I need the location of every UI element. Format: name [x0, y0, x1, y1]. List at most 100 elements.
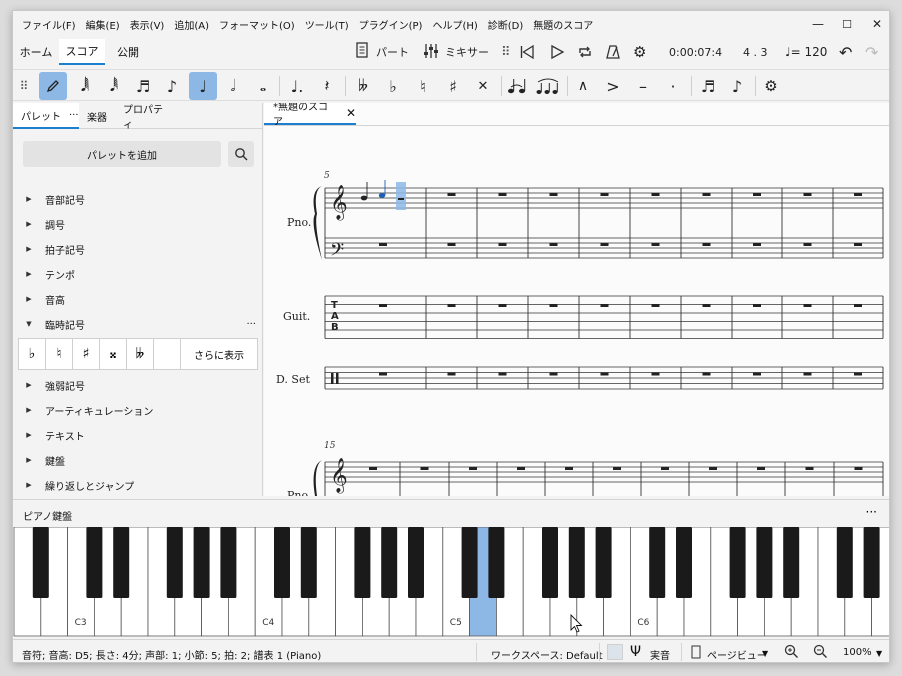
palette-item[interactable]: ▶ テンポ: [13, 264, 258, 284]
natural-icon[interactable]: ♮: [409, 72, 437, 100]
piano-black-key[interactable]: [676, 527, 692, 598]
toolbar-drag-handle-icon[interactable]: ⠿: [15, 72, 33, 100]
palette-item[interactable]: ▶ テキスト: [13, 425, 258, 445]
piano-black-key[interactable]: [32, 527, 49, 598]
close-button[interactable]: ✕: [862, 11, 889, 37]
eighth-note-icon[interactable]: ♪: [158, 72, 186, 100]
undo-icon[interactable]: ↶: [839, 42, 852, 62]
tab-home[interactable]: ホーム: [13, 39, 59, 65]
show-more-button[interactable]: さらに表示: [181, 339, 257, 369]
palette-sharp[interactable]: ♯: [73, 339, 100, 369]
zoom-level[interactable]: 100%: [843, 647, 872, 658]
palette-item[interactable]: ▶ 鍵盤: [13, 450, 258, 470]
playback-settings-gear-icon[interactable]: ⚙: [633, 42, 646, 62]
palette-double-flat[interactable]: 𝄫: [127, 339, 154, 369]
piano-black-key[interactable]: [86, 527, 103, 598]
menu-item-9[interactable]: 無題のスコア: [528, 17, 598, 32]
piano-black-key[interactable]: [649, 527, 666, 598]
piano-black-key[interactable]: [783, 527, 800, 598]
palette-item[interactable]: ▶ 調号: [13, 214, 258, 234]
zoom-chevron-down-icon[interactable]: ▼: [876, 649, 882, 658]
whole-note-icon[interactable]: 𝅝: [249, 72, 277, 100]
palette-menu-icon[interactable]: ···: [69, 110, 79, 121]
redo-icon[interactable]: ↷: [865, 42, 878, 62]
piano-black-key[interactable]: [166, 527, 183, 598]
drag-handle-icon[interactable]: ⠿: [501, 42, 511, 62]
half-note-icon[interactable]: 𝅗𝅥: [219, 72, 247, 100]
menu-item-0[interactable]: ファイル(F): [17, 17, 81, 32]
palette-item[interactable]: ▶ アーティキュレーション: [13, 400, 258, 420]
palette-item[interactable]: ▶ 繰り返しとジャンプ: [13, 475, 258, 495]
double-flat-icon[interactable]: 𝄫: [349, 72, 377, 100]
sharp-icon[interactable]: ♯: [439, 72, 467, 100]
piano-black-key[interactable]: [381, 527, 398, 598]
close-tab-icon[interactable]: ✕: [346, 106, 356, 120]
view-mode-dropdown[interactable]: ページビュー: [707, 647, 767, 662]
tab-score[interactable]: スコア: [59, 39, 105, 65]
minimize-button[interactable]: —: [803, 11, 833, 37]
palette-flat[interactable]: ♭: [19, 339, 46, 369]
add-palette-button[interactable]: パレットを追加: [23, 141, 221, 167]
mixer-button[interactable]: ミキサー: [423, 42, 489, 62]
piano-black-key[interactable]: [836, 527, 853, 598]
palette-item[interactable]: ▶ 音部記号: [13, 189, 258, 209]
slur-icon[interactable]: [533, 72, 563, 100]
piano-black-key[interactable]: [756, 527, 773, 598]
score-view[interactable]: *無題のスコア ✕ 5 𝄞 𝄢 T A B Pno. Guit. D. Set 15 𝄞 Pno.: [264, 103, 890, 496]
zoom-in-icon[interactable]: [784, 644, 799, 662]
play-button[interactable]: [549, 42, 565, 62]
32nd-note-icon[interactable]: 𝅘𝅥𝅱: [100, 72, 128, 100]
tab-properties[interactable]: プロパティ: [115, 103, 171, 131]
parts-button[interactable]: パート: [355, 42, 409, 62]
rewind-button[interactable]: [519, 42, 535, 62]
menu-item-8[interactable]: 診断(D): [483, 17, 529, 32]
double-sharp-icon[interactable]: ✕: [469, 72, 497, 100]
piano-black-key[interactable]: [461, 527, 478, 598]
piano-black-key[interactable]: [488, 527, 505, 598]
metronome-button[interactable]: [605, 42, 621, 62]
zoom-out-icon[interactable]: [813, 644, 828, 662]
workspace-selector[interactable]: ワークスペース: Default: [491, 647, 603, 662]
tuplet-icon[interactable]: ♬: [693, 72, 723, 100]
piano-black-key[interactable]: [595, 527, 612, 598]
tab-palettes[interactable]: パレット ···: [13, 103, 79, 129]
flat-icon[interactable]: ♭: [379, 72, 407, 100]
menu-item-4[interactable]: フォーマット(O): [214, 17, 300, 32]
piano-black-key[interactable]: [568, 527, 585, 598]
palette-item[interactable]: ▼ 臨時記号 ···: [13, 314, 258, 334]
menu-item-1[interactable]: 編集(E): [81, 17, 125, 32]
quarter-note-icon[interactable]: ♩: [189, 72, 217, 100]
piano-black-key[interactable]: [863, 527, 880, 598]
tie-icon[interactable]: [503, 72, 531, 100]
piano-black-key[interactable]: [274, 527, 290, 598]
view-mode-chevron-down-icon[interactable]: ▼: [762, 649, 768, 658]
menu-item-5[interactable]: ツール(T): [300, 17, 354, 32]
flip-direction-icon[interactable]: ♪: [723, 72, 751, 100]
concert-pitch-toggle[interactable]: [607, 644, 623, 660]
menu-item-7[interactable]: ヘルプ(H): [427, 17, 482, 32]
rest-icon[interactable]: 𝄽: [313, 72, 341, 100]
note-input-gear-icon[interactable]: ⚙: [757, 72, 785, 100]
dotted-note-icon[interactable]: ♩.: [283, 72, 311, 100]
palette-options-icon[interactable]: ···: [246, 319, 256, 330]
piano-black-key[interactable]: [408, 527, 424, 598]
piano-keyboard[interactable]: C3 C4 C5 C6: [13, 527, 890, 637]
palette-item[interactable]: ▶ 拍子記号: [13, 239, 258, 259]
palette-double-sharp[interactable]: 𝄪: [100, 339, 127, 369]
tab-publish[interactable]: 公開: [105, 39, 151, 65]
piano-black-key[interactable]: [193, 527, 210, 598]
tenuto-icon[interactable]: –: [629, 72, 657, 100]
palette-item[interactable]: ▶ 音高: [13, 289, 258, 309]
piano-black-key[interactable]: [300, 527, 317, 598]
note-input-pen-icon[interactable]: [39, 72, 67, 100]
palette-natural[interactable]: ♮: [46, 339, 73, 369]
piano-black-key[interactable]: [220, 527, 237, 598]
64th-note-icon[interactable]: 𝅘𝅥𝅲: [71, 72, 99, 100]
score-canvas[interactable]: 5𝄞𝄢TABPno.Guit.D. Set15𝄞Pno.: [264, 126, 890, 496]
piano-black-key[interactable]: [542, 527, 558, 598]
accent-icon[interactable]: >: [599, 72, 627, 100]
piano-black-key[interactable]: [729, 527, 746, 598]
piano-black-key[interactable]: [354, 527, 371, 598]
palette-item[interactable]: ▶ 強弱記号: [13, 375, 258, 395]
maximize-button[interactable]: ☐: [832, 11, 862, 37]
